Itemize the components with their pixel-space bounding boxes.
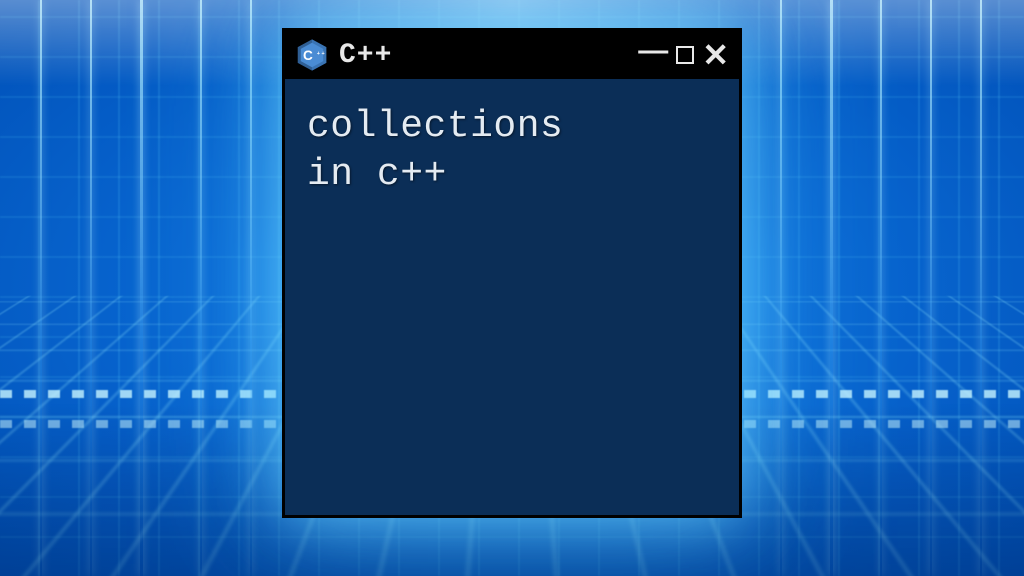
- maximize-button[interactable]: [676, 46, 694, 64]
- svg-text:+: +: [317, 51, 320, 57]
- terminal-content: collections in c++: [285, 79, 739, 222]
- cpp-logo-icon: C + +: [295, 38, 329, 72]
- close-button[interactable]: ✕: [702, 39, 729, 71]
- content-line-2: in c++: [307, 153, 447, 196]
- window-title: C++: [339, 40, 628, 71]
- minimize-button[interactable]: —: [638, 36, 668, 66]
- window-controls: — ✕: [638, 39, 729, 71]
- title-bar[interactable]: C + + C++ — ✕: [285, 31, 739, 79]
- terminal-window: C + + C++ — ✕ collections in c++: [282, 28, 742, 518]
- content-line-1: collections: [307, 105, 563, 148]
- svg-text:+: +: [322, 51, 325, 57]
- svg-text:C: C: [303, 48, 313, 63]
